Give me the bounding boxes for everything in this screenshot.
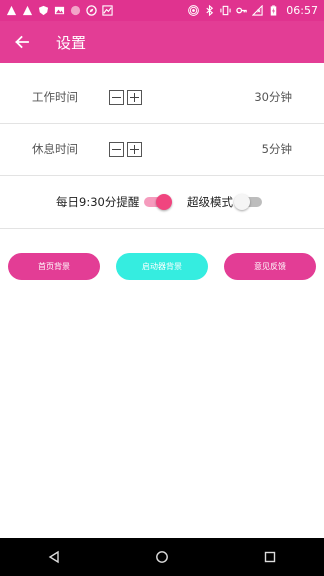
warning-icon [6, 5, 17, 16]
image-icon [54, 6, 65, 15]
status-bar: 06:57 [0, 0, 324, 21]
recents-square-icon [264, 551, 276, 563]
key-icon [236, 7, 248, 14]
nav-recents-button[interactable] [255, 542, 285, 572]
work-time-value: 30分钟 [254, 90, 292, 104]
hotspot-icon [188, 5, 200, 16]
no-signal-icon [252, 5, 263, 16]
super-mode-switch[interactable] [234, 194, 264, 210]
divider [0, 228, 324, 229]
bluetooth-icon [206, 5, 214, 16]
rest-time-value: 5分钟 [261, 142, 292, 156]
toggle-row: 每日9:30分提醒 超级模式 [0, 176, 324, 228]
super-mode-label: 超级模式 [187, 195, 233, 209]
rest-time-stepper [109, 141, 142, 157]
work-time-row: 工作时间 30分钟 [0, 71, 324, 123]
warning-icon [22, 5, 33, 16]
rest-time-row: 休息时间 5分钟 [0, 123, 324, 175]
back-triangle-icon [48, 550, 59, 564]
nav-home-button[interactable] [147, 542, 177, 572]
minus-icon [112, 148, 121, 150]
switch-thumb [234, 194, 250, 210]
nav-back-button[interactable] [39, 542, 69, 572]
app-bar: 设置 [0, 21, 324, 63]
home-background-button[interactable]: 首页背景 [8, 253, 100, 280]
arrow-left-icon [15, 35, 29, 49]
shield-icon [38, 5, 49, 16]
daily-reminder-switch[interactable] [142, 194, 172, 210]
home-circle-icon [156, 551, 168, 563]
compass-icon [86, 5, 97, 16]
rest-time-label: 休息时间 [32, 142, 78, 156]
work-time-stepper [109, 89, 142, 105]
daily-reminder-label: 每日9:30分提醒 [56, 195, 140, 209]
work-time-increase-button[interactable] [127, 89, 142, 105]
back-button[interactable] [0, 21, 44, 63]
rest-time-increase-button[interactable] [127, 141, 142, 157]
feedback-button[interactable]: 意见反馈 [224, 253, 316, 280]
status-icons-right: 06:57 [188, 4, 318, 17]
system-nav-bar [0, 538, 324, 576]
work-time-label: 工作时间 [32, 90, 78, 104]
circle-icon [70, 5, 81, 16]
minus-icon [112, 96, 121, 98]
vibrate-icon [220, 5, 231, 16]
work-time-decrease-button[interactable] [109, 89, 124, 105]
status-time: 06:57 [286, 4, 318, 17]
status-icons-left [6, 5, 113, 16]
page-title: 设置 [56, 33, 87, 52]
battery-charging-icon [271, 5, 277, 16]
rest-time-decrease-button[interactable] [109, 141, 124, 157]
chart-icon [102, 5, 113, 16]
launch-background-button[interactable]: 启动器背景 [116, 253, 208, 280]
switch-thumb [156, 194, 172, 210]
